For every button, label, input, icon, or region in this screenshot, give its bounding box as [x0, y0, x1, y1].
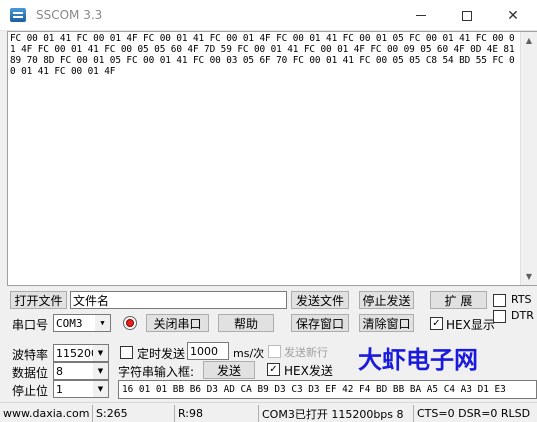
send-file-button[interactable]: 发送文件 [291, 291, 349, 309]
stop-bits-value: 1 [56, 382, 63, 396]
receive-text: FC 00 01 41 FC 00 01 4F FC 00 01 41 FC 0… [10, 33, 521, 77]
interval-input[interactable]: 1000 [187, 342, 229, 360]
scroll-up-icon[interactable]: ▲ [521, 32, 537, 49]
send-newline-label: 发送新行 [284, 346, 328, 359]
close-port-button[interactable]: 关闭串口 [146, 314, 209, 332]
open-file-button[interactable]: 打开文件 [10, 291, 67, 309]
expand-button[interactable]: 扩 展 [430, 291, 487, 309]
scroll-down-icon[interactable]: ▼ [521, 268, 537, 285]
maximize-icon [462, 10, 472, 21]
data-bits-select[interactable]: 8 ▼ [53, 362, 109, 380]
interval-unit: ms/次 [233, 347, 265, 360]
minimize-button[interactable] [398, 0, 444, 31]
brand-logo-text: 大虾电子网 [358, 346, 478, 374]
baud-label: 波特率 [12, 348, 49, 362]
window-title: SSCOM 3.3 [36, 8, 103, 22]
data-bits-value: 8 [56, 364, 63, 378]
timed-send-checkbox[interactable] [120, 346, 133, 359]
status-lines: CTS=0 DSR=0 RLSD [417, 407, 531, 420]
filename-field[interactable]: 文件名 [70, 291, 287, 309]
send-newline-checkbox[interactable] [268, 345, 281, 358]
send-input[interactable]: 16 01 01 BB B6 D3 AD CA B9 D3 C3 D3 EF 4… [118, 380, 537, 399]
close-icon: ✕ [507, 7, 519, 24]
receive-area[interactable]: FC 00 01 41 FC 00 01 4F FC 00 01 41 FC 0… [7, 31, 537, 286]
chevron-down-icon: ▼ [95, 315, 110, 331]
send-button[interactable]: 发送 [203, 361, 255, 379]
status-website[interactable]: www.daxia.com [0, 405, 93, 422]
close-button[interactable]: ✕ [490, 0, 536, 31]
app-icon [10, 8, 26, 22]
hex-display-checkbox[interactable]: ✓ [430, 317, 443, 330]
chevron-down-icon: ▼ [93, 345, 108, 361]
dtr-label: DTR [511, 309, 534, 322]
baud-select[interactable]: 115200 ▼ [53, 344, 109, 362]
status-sent: S:265 [93, 405, 175, 422]
status-port-state: COM3已打开 115200bps 8 [259, 405, 414, 422]
port-select[interactable]: COM3 ▼ [53, 314, 111, 332]
timed-send-label: 定时发送 [137, 347, 186, 361]
status-received: R:98 [175, 405, 259, 422]
hex-display-label: HEX显示 [446, 318, 495, 332]
help-button[interactable]: 帮助 [218, 314, 274, 332]
stop-bits-select[interactable]: 1 ▼ [53, 380, 109, 398]
rts-label: RTS [511, 293, 532, 306]
port-status-indicator [123, 316, 137, 330]
rts-checkbox[interactable] [493, 294, 506, 307]
title-bar: SSCOM 3.3 ✕ [0, 0, 537, 31]
minimize-icon [416, 15, 426, 16]
save-window-button[interactable]: 保存窗口 [291, 314, 349, 332]
baud-value: 115200 [56, 346, 98, 360]
stop-send-button[interactable]: 停止发送 [359, 291, 414, 309]
receive-scrollbar[interactable]: ▲ ▼ [520, 32, 537, 285]
chevron-down-icon: ▼ [93, 363, 108, 379]
maximize-button[interactable] [444, 0, 490, 31]
dtr-checkbox[interactable] [493, 310, 506, 323]
chevron-down-icon: ▼ [93, 381, 108, 397]
string-input-label: 字符串输入框: [118, 365, 195, 379]
stop-bits-label: 停止位 [12, 384, 49, 398]
hex-send-checkbox[interactable]: ✓ [267, 363, 280, 376]
clear-window-button[interactable]: 清除窗口 [359, 314, 414, 332]
port-label: 串口号 [12, 318, 49, 332]
hex-send-label: HEX发送 [284, 364, 333, 378]
port-value: COM3 [56, 316, 83, 330]
data-bits-label: 数据位 [12, 366, 49, 380]
status-bar: www.daxia.com S:265 R:98 COM3已打开 115200b… [0, 402, 537, 422]
